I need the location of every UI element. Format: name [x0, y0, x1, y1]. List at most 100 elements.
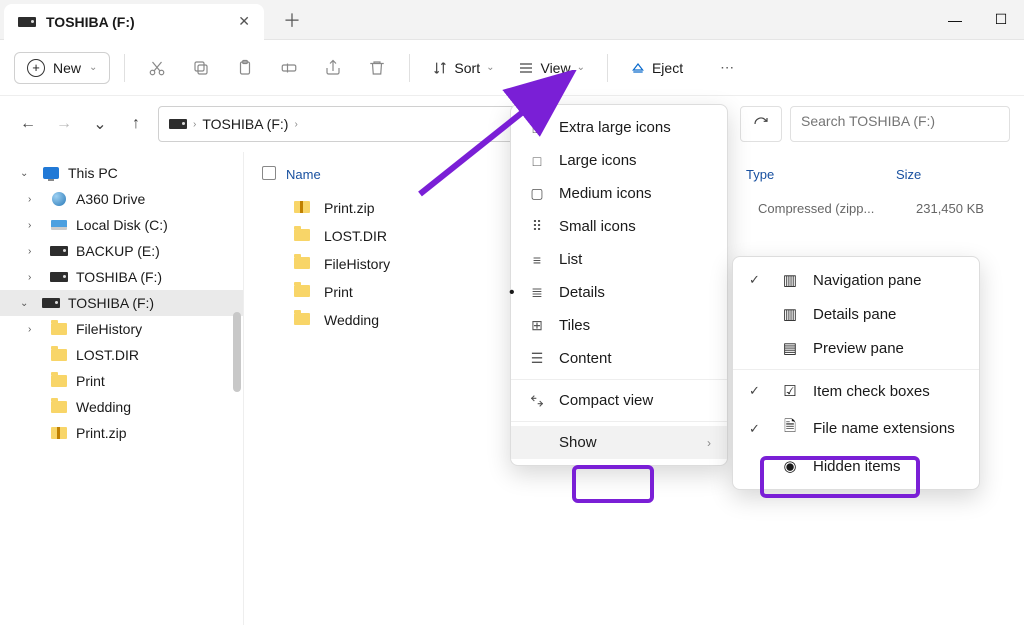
sidebar-item[interactable]: ›TOSHIBA (F:)	[0, 264, 243, 290]
col-type[interactable]: Type	[746, 167, 896, 182]
close-tab-icon[interactable]: ✕	[238, 13, 250, 30]
menu-icon: 🗎	[779, 416, 801, 441]
back-button[interactable]: ←	[14, 115, 42, 133]
sidebar-item[interactable]: ›BACKUP (E:)	[0, 238, 243, 264]
check-icon: ✓	[749, 421, 767, 437]
new-button[interactable]: + New ⌄	[14, 52, 110, 84]
view-menu-item[interactable]: ≡List	[511, 243, 727, 276]
up-button[interactable]: ↑	[122, 115, 150, 133]
menu-item-label: Small icons	[559, 218, 636, 235]
view-menu-item[interactable]: ☰Content	[511, 342, 727, 375]
chevron-right-icon: ›	[294, 119, 297, 130]
show-submenu-item[interactable]: ▤Preview pane	[733, 331, 979, 365]
refresh-button[interactable]	[740, 106, 782, 142]
chevron-down-icon: ⌄	[89, 62, 97, 73]
menu-icon: ≣	[527, 284, 547, 301]
expand-chevron[interactable]: ⌄	[20, 168, 34, 179]
menu-item-label: Hidden items	[813, 458, 901, 475]
menu-item-label: Navigation pane	[813, 272, 921, 289]
sort-label: Sort	[454, 60, 480, 76]
sidebar-item[interactable]: ›Local Disk (C:)	[0, 212, 243, 238]
show-submenu-item[interactable]: ◉ Hidden items	[733, 449, 979, 483]
sidebar-item[interactable]: Wedding	[0, 394, 243, 420]
eject-label: Eject	[652, 60, 683, 76]
show-submenu-item[interactable]: ✓ ▥ Navigation pane	[733, 263, 979, 297]
forward-button[interactable]: →	[50, 115, 78, 133]
folder-icon	[294, 257, 310, 269]
file-size: 231,450 KB	[916, 201, 1006, 216]
view-button[interactable]: View ⌄	[510, 54, 592, 82]
sidebar-item[interactable]: LOST.DIR	[0, 342, 243, 368]
expand-chevron[interactable]: ›	[28, 220, 42, 231]
monitor-icon	[43, 167, 59, 179]
separator	[511, 379, 727, 380]
view-menu-item[interactable]: ⠿ Small icons	[511, 210, 727, 243]
sidebar-item[interactable]: ⌄This PC	[0, 160, 243, 186]
folder-icon	[51, 323, 67, 335]
compact-view-item[interactable]: Compact view	[511, 384, 727, 417]
copy-button[interactable]	[183, 50, 219, 86]
delete-button[interactable]	[359, 50, 395, 86]
separator	[124, 54, 125, 82]
rename-button[interactable]	[271, 50, 307, 86]
view-menu-item[interactable]: ▢ Medium icons	[511, 177, 727, 210]
breadcrumb-seg[interactable]: TOSHIBA (F:)	[202, 116, 288, 132]
view-menu-item[interactable]: •≣Details	[511, 276, 727, 309]
expand-chevron[interactable]: ›	[28, 324, 42, 335]
tab[interactable]: TOSHIBA (F:) ✕	[4, 4, 264, 40]
menu-item-label: Medium icons	[559, 185, 652, 202]
chevron-down-icon: ⌄	[486, 62, 494, 73]
show-item[interactable]: Show ›	[511, 426, 727, 459]
show-submenu-item[interactable]: ✓☑Item check boxes	[733, 374, 979, 408]
chevron-right-icon: ›	[193, 119, 196, 130]
menu-item-label: Details pane	[813, 306, 896, 323]
menu-icon: □	[527, 153, 547, 169]
menu-icon: ⊞	[527, 317, 547, 334]
menu-icon: ⠿	[527, 218, 547, 235]
menu-item-label: Extra large icons	[559, 119, 671, 136]
menu-icon: ▥	[779, 271, 801, 289]
col-size[interactable]: Size	[896, 167, 986, 182]
cut-button[interactable]	[139, 50, 175, 86]
drive-icon	[169, 119, 187, 129]
sidebar-item[interactable]: ›A360 Drive	[0, 186, 243, 212]
history-dropdown[interactable]: ⌄	[86, 114, 114, 134]
sort-button[interactable]: Sort ⌄	[424, 54, 502, 82]
chevron-right-icon: ›	[707, 436, 711, 450]
select-all-checkbox[interactable]	[262, 166, 276, 180]
scrollbar[interactable]	[233, 312, 241, 392]
view-menu-item[interactable]: □ Large icons	[511, 144, 727, 177]
expand-chevron[interactable]: ⌄	[20, 298, 34, 309]
expand-chevron[interactable]: ›	[28, 272, 42, 283]
sidebar-item[interactable]: Print.zip	[0, 420, 243, 446]
more-button[interactable]: ⋯	[709, 50, 745, 86]
view-menu-item[interactable]: ⊞Tiles	[511, 309, 727, 342]
sidebar-item[interactable]: ⌄ TOSHIBA (F:)	[0, 290, 243, 316]
show-submenu-item[interactable]: ✓🗎File name extensions	[733, 408, 979, 449]
sidebar-item-label: Print.zip	[76, 425, 127, 441]
folder-icon	[51, 375, 67, 387]
show-submenu-item[interactable]: ▥Details pane	[733, 297, 979, 331]
search-input[interactable]	[801, 113, 999, 129]
minimize-button[interactable]: —	[932, 0, 978, 40]
window-controls: — ☐	[932, 0, 1024, 40]
sidebar-item[interactable]: Print	[0, 368, 243, 394]
search-box[interactable]	[790, 106, 1010, 142]
menu-item-label: Large icons	[559, 152, 637, 169]
view-menu-item[interactable]: □Extra large icons	[511, 111, 727, 144]
maximize-button[interactable]: ☐	[978, 0, 1024, 40]
expand-chevron[interactable]: ›	[28, 246, 42, 257]
eject-button[interactable]: Eject	[622, 54, 691, 82]
share-button[interactable]	[315, 50, 351, 86]
sidebar-item-label: LOST.DIR	[76, 347, 139, 363]
sidebar-item-label: TOSHIBA (F:)	[68, 295, 154, 311]
expand-chevron[interactable]: ›	[28, 194, 42, 205]
new-tab-button[interactable]: ＋	[278, 7, 306, 33]
plus-icon: +	[27, 59, 45, 77]
menu-icon: ◉	[779, 457, 801, 475]
sidebar-item[interactable]: ›FileHistory	[0, 316, 243, 342]
check-icon: ✓	[749, 272, 767, 288]
paste-button[interactable]	[227, 50, 263, 86]
menu-icon: ▢	[527, 185, 547, 202]
folder-icon	[294, 285, 310, 297]
